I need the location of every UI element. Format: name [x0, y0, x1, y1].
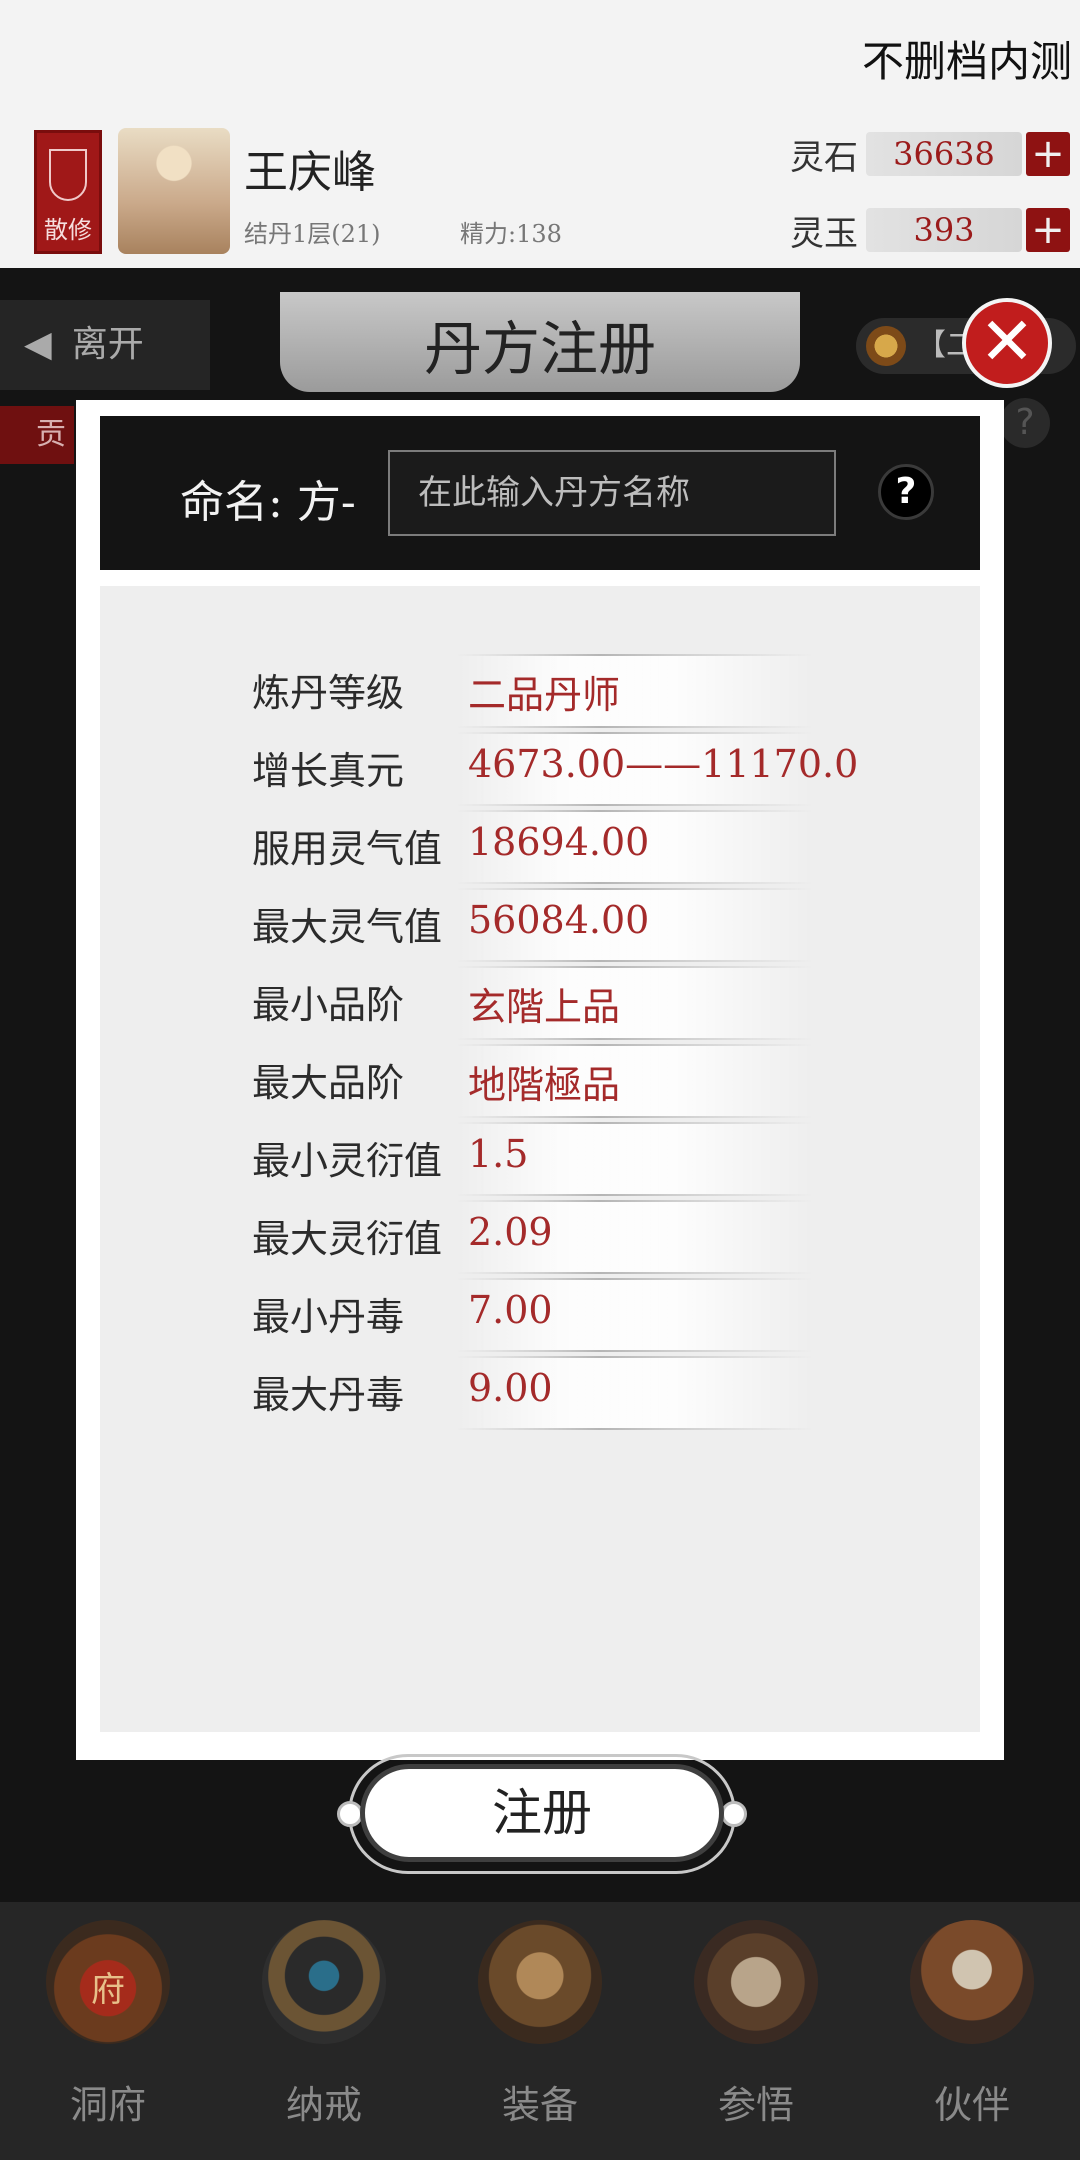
close-icon[interactable]: ✕ [962, 298, 1052, 388]
stat-label: 最大品阶 [252, 1061, 405, 1105]
cave-mansion-badge: 府 [91, 1970, 125, 2010]
stat-label: 最小灵衍值 [252, 1139, 443, 1183]
spirit-stone-label: 灵石 [790, 138, 858, 178]
stat-value: 玄階上品 [468, 985, 621, 1029]
page-title: 丹方注册 [423, 315, 656, 383]
stat-value: 2.09 [468, 1210, 553, 1254]
nav-label-comprehend: 参悟 [717, 2083, 794, 2127]
stat-row-max-toxicity: 最大丹毒 9.00 [252, 1356, 812, 1434]
player-name: 王庆峰 [244, 147, 376, 198]
stat-value: 4673.00——11170.0 [468, 742, 859, 786]
stat-label: 最小品阶 [252, 983, 405, 1027]
nav-item-partner[interactable]: 伙伴 [864, 1902, 1080, 2160]
stat-row-max-derivation: 最大灵衍值 2.09 [252, 1200, 812, 1278]
help-icon[interactable]: ? [878, 464, 934, 520]
frame-knob-right [721, 1801, 747, 1827]
stat-row-true-essence: 增长真元 4673.00——11170.0 [252, 732, 858, 810]
bottom-nav: 府 洞府 纳戒 装备 参悟 伙伴 [0, 1902, 1080, 2160]
stat-label: 炼丹等级 [252, 671, 405, 715]
name-label: 命名: [180, 477, 283, 528]
stat-row-max-qi: 最大灵气值 56084.00 [252, 888, 812, 966]
stat-value: 18694.00 [468, 820, 650, 864]
test-caption: 不删档内测 [861, 37, 1072, 86]
nav-item-cave-mansion[interactable]: 府 洞府 [0, 1902, 216, 2160]
stat-label: 最小丹毒 [252, 1295, 405, 1339]
scroll-icon [694, 1920, 818, 2044]
recipe-registration-dialog: 命名: 方- ? 炼丹等级 二品丹师 增长真元 4673.00——11170.0… [76, 400, 1004, 1874]
nav-label-partner: 伙伴 [933, 2083, 1010, 2127]
medal-icon [866, 326, 906, 366]
spirit-jade-value: 393 [866, 208, 1022, 252]
nav-item-ring[interactable]: 纳戒 [216, 1902, 432, 2160]
recipe-name-input[interactable] [388, 450, 836, 536]
player-energy: 精力:138 [460, 220, 562, 248]
stat-row-min-grade: 最小品阶 玄階上品 [252, 966, 812, 1044]
stat-row-max-grade: 最大品阶 地階極品 [252, 1044, 812, 1122]
nav-item-comprehend[interactable]: 参悟 [648, 1902, 864, 2160]
sect-badge-label: 散修 [44, 216, 92, 244]
register-button[interactable]: 注册 [360, 1764, 724, 1862]
nav-label-cave-mansion: 洞府 [69, 2083, 146, 2127]
stat-value: 二品丹师 [468, 673, 621, 717]
nav-label-equipment: 装备 [501, 2083, 578, 2127]
stat-value: 56084.00 [468, 898, 650, 942]
back-arrow-icon: ◀ [24, 324, 52, 365]
top-status-bar: 不删档内测 散修 王庆峰 结丹1层(21) 精力:138 灵石 36638 + … [0, 0, 1080, 268]
partner-icon [910, 1920, 1034, 2044]
armor-icon [478, 1920, 602, 2044]
player-realm: 结丹1层(21) [244, 220, 381, 248]
sect-emblem-icon [49, 149, 87, 201]
stat-row-min-toxicity: 最小丹毒 7.00 [252, 1278, 812, 1356]
stat-value: 1.5 [468, 1132, 529, 1176]
nav-label-ring: 纳戒 [285, 2083, 362, 2127]
stat-label: 最大灵气值 [252, 905, 443, 949]
cave-mansion-icon: 府 [46, 1920, 170, 2044]
leave-button[interactable]: ◀ 离开 [0, 300, 210, 390]
add-spirit-jade-button[interactable]: + [1026, 208, 1070, 252]
recipe-name-label: 命名: 方- [180, 466, 356, 530]
stat-row-alchemy-level: 炼丹等级 二品丹师 [252, 654, 812, 732]
stat-label: 最大灵衍值 [252, 1217, 443, 1261]
leave-label: 离开 [71, 324, 144, 365]
stat-row-min-derivation: 最小灵衍值 1.5 [252, 1122, 812, 1200]
title-plate: 丹方注册 [280, 292, 800, 392]
stat-value: 9.00 [468, 1366, 553, 1410]
sect-badge[interactable]: 散修 [34, 130, 102, 254]
page-help-icon[interactable]: ? [1000, 398, 1050, 448]
stat-value: 地階極品 [468, 1063, 621, 1107]
spirit-stone-value: 36638 [866, 132, 1022, 176]
player-avatar[interactable] [118, 128, 230, 254]
recipe-stats-panel: 炼丹等级 二品丹师 增长真元 4673.00——11170.0 服用灵气值 18… [100, 586, 980, 1732]
nav-item-equipment[interactable]: 装备 [432, 1902, 648, 2160]
stat-label: 最大丹毒 [252, 1373, 405, 1417]
add-spirit-stone-button[interactable]: + [1026, 132, 1070, 176]
contribution-tab[interactable]: 贡 [0, 406, 74, 464]
stat-label: 服用灵气值 [252, 827, 443, 871]
spirit-jade-label: 灵玉 [790, 214, 858, 254]
stat-row-consume-qi: 服用灵气值 18694.00 [252, 810, 812, 888]
stat-value: 7.00 [468, 1288, 553, 1332]
stat-label: 增长真元 [252, 749, 405, 793]
name-prefix: 方- [296, 477, 356, 528]
recipe-name-bar: 命名: 方- ? [100, 416, 980, 570]
ring-icon [262, 1920, 386, 2044]
